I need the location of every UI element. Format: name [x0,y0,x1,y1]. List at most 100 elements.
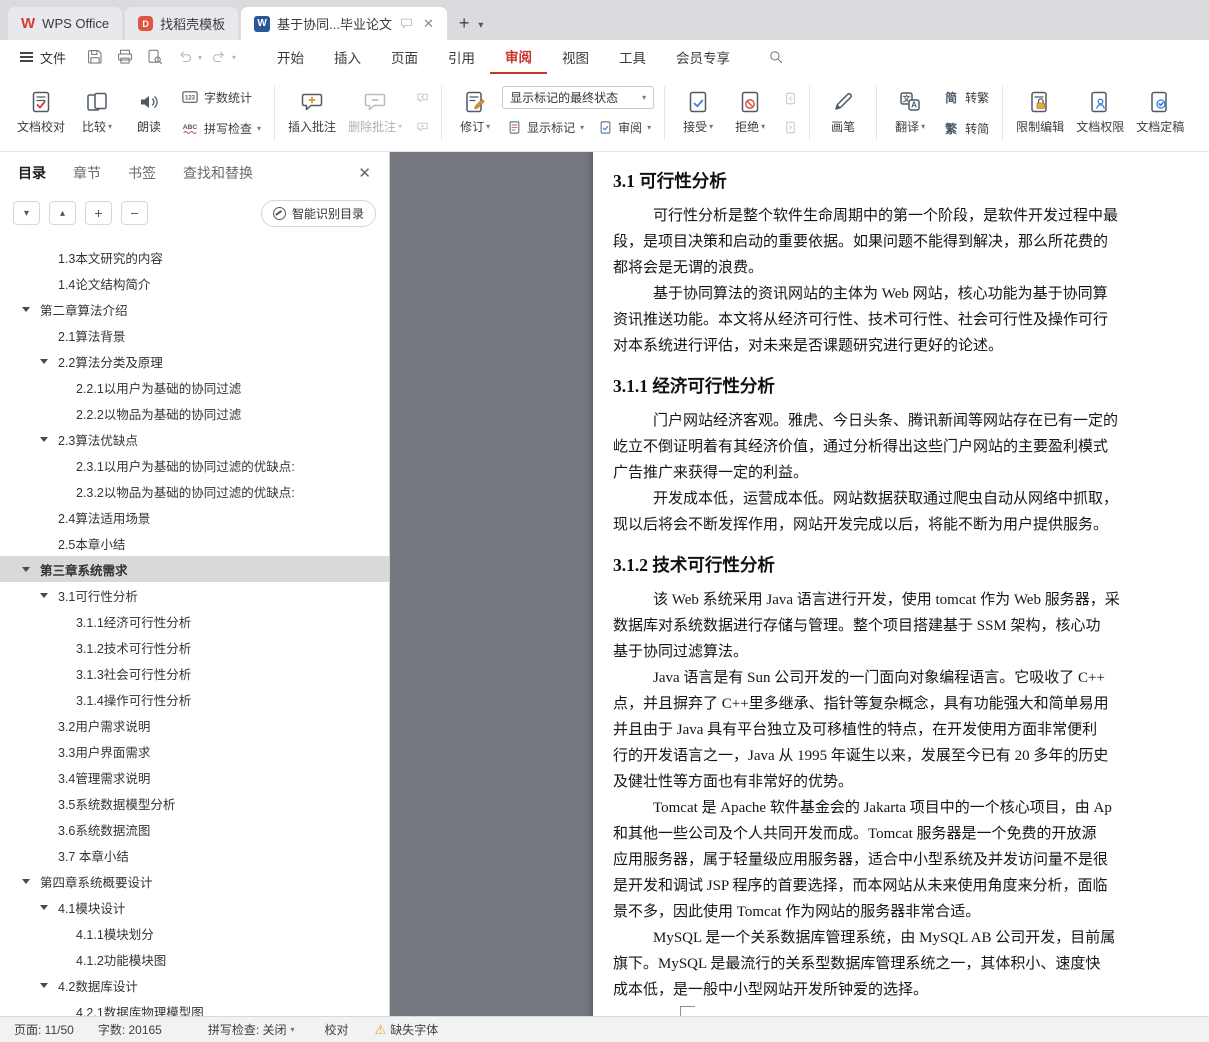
toc-item[interactable]: 1.4论文结构简介 [0,270,389,296]
accept-change-button[interactable]: 接受 ▾ [673,81,723,145]
spell-check-status[interactable]: 拼写检查: 关闭 ▾ [208,1021,295,1038]
collapse-all-button[interactable]: ▴ [49,201,76,225]
toc-item[interactable]: 3.1可行性分析 [0,582,389,608]
toc-collapse-arrow-icon[interactable] [22,566,40,572]
document-page[interactable]: 3.1 可行性分析 可行性分析是整个软件生命周期中的第一个阶段，是软件开发过程中最… [593,152,1209,1016]
toc-item[interactable]: 2.4算法适用场景 [0,504,389,530]
tab-page[interactable]: 页面 [376,40,433,74]
reject-change-button[interactable]: 拒绝 ▾ [725,81,775,145]
toc-collapse-arrow-icon[interactable] [40,436,58,442]
markup-state-select[interactable]: 显示标记的最终状态 ▾ [502,85,655,109]
pen-button[interactable]: 画笔 [818,81,868,145]
track-changes-button[interactable]: 修订 ▾ [450,81,500,145]
toc-item[interactable]: 3.1.2技术可行性分析 [0,634,389,660]
toc-item[interactable]: 4.1模块设计 [0,894,389,920]
compare-button[interactable]: 比较 ▾ [72,81,122,145]
sidebar-tab-chapters[interactable]: 章节 [73,163,101,183]
document-permission-button[interactable]: 文档权限 [1071,81,1129,145]
next-comment-button[interactable] [411,116,433,138]
close-tab-icon[interactable]: ✕ [423,16,434,32]
word-count-indicator[interactable]: 字数: 20165 [98,1021,162,1038]
toc-item[interactable]: 第四章系统概要设计 [0,868,389,894]
sidebar-tab-find-replace[interactable]: 查找和替换 [183,163,253,183]
toc-item[interactable]: 2.5本章小结 [0,530,389,556]
tab-view[interactable]: 视图 [547,40,604,74]
tab-docer-templates[interactable]: D 找稻壳模板 [125,7,239,40]
toc-item[interactable]: 2.3算法优缺点 [0,426,389,452]
tab-review[interactable]: 审阅 [490,40,548,74]
toc-item[interactable]: 3.1.4操作可行性分析 [0,686,389,712]
smart-toc-button[interactable]: 智能识别目录 [260,199,376,227]
toc-collapse-arrow-icon[interactable] [22,878,40,884]
spell-check-button[interactable]: ABC 拼写检查 ▾ [176,116,266,141]
tab-reference[interactable]: 引用 [433,40,490,74]
insert-comment-button[interactable]: 插入批注 [283,81,341,145]
toc-item[interactable]: 4.2数据库设计 [0,972,389,998]
toc-item[interactable]: 3.2用户需求说明 [0,712,389,738]
tab-list-dropdown-icon[interactable]: ▾ [478,20,489,40]
toc-item[interactable]: 3.3用户界面需求 [0,738,389,764]
review-pane-button[interactable]: 审阅 ▾ [593,115,656,140]
toc-item[interactable]: 3.1.3社会可行性分析 [0,660,389,686]
toc-item[interactable]: 第二章算法介绍 [0,296,389,322]
toc-collapse-arrow-icon[interactable] [40,592,58,598]
save-button[interactable] [82,44,108,70]
previous-change-button[interactable] [779,87,801,109]
toc-collapse-arrow-icon[interactable] [40,982,58,988]
toc-item[interactable]: 3.4管理需求说明 [0,764,389,790]
tab-wps-office[interactable]: W WPS Office [8,7,123,40]
zoom-in-toc-button[interactable]: + [85,201,112,225]
toc-item[interactable]: 第三章系统需求 [0,556,389,582]
redo-dropdown-icon[interactable]: ▾ [232,53,236,62]
delete-comment-button[interactable]: 删除批注 ▾ [343,81,407,145]
print-preview-button[interactable] [142,44,168,70]
toc-item[interactable]: 2.3.1以用户为基础的协同过滤的优缺点: [0,452,389,478]
expand-all-button[interactable]: ▾ [13,201,40,225]
toc-item[interactable]: 4.1.1模块划分 [0,920,389,946]
page-indicator[interactable]: 页面: 11/50 [14,1021,74,1038]
tab-tools[interactable]: 工具 [604,40,661,74]
document-finalize-button[interactable]: 文档定稿 [1131,81,1189,145]
read-aloud-button[interactable]: 朗读 [124,81,174,145]
previous-comment-button[interactable] [411,87,433,109]
toc-collapse-arrow-icon[interactable] [40,358,58,364]
simplified-to-traditional-button[interactable]: 简 转繁 [937,85,994,110]
undo-dropdown-icon[interactable]: ▾ [198,53,202,62]
file-menu-button[interactable]: 文件 [10,40,76,74]
restrict-editing-button[interactable]: 限制编辑 [1011,81,1069,145]
word-count-button[interactable]: 123 字数统计 [176,85,266,110]
tab-insert[interactable]: 插入 [319,40,376,74]
next-change-button[interactable] [779,116,801,138]
toc-item[interactable]: 3.7 本章小结 [0,842,389,868]
toc-item[interactable]: 2.1算法背景 [0,322,389,348]
toc-item[interactable]: 3.5系统数据模型分析 [0,790,389,816]
toc-item[interactable]: 2.3.2以物品为基础的协同过滤的优缺点: [0,478,389,504]
toc-item[interactable]: 4.1.2功能模块图 [0,946,389,972]
zoom-out-toc-button[interactable]: − [121,201,148,225]
toc-item[interactable]: 3.6系统数据流图 [0,816,389,842]
sidebar-tab-toc[interactable]: 目录 [18,163,46,183]
doc-proof-button[interactable]: 文档校对 [12,81,70,145]
tab-member[interactable]: 会员专享 [661,40,745,74]
sidebar-tab-bookmarks[interactable]: 书签 [128,163,156,183]
tab-home[interactable]: 开始 [262,40,319,74]
tab-active-document[interactable]: W 基于协同...毕业论文 ✕ [241,7,447,40]
translate-button[interactable]: 文A 翻译 ▾ [885,81,935,145]
undo-button[interactable] [172,44,198,70]
proofread-button[interactable]: 校对 [325,1021,349,1038]
redo-button[interactable] [206,44,232,70]
search-icon[interactable] [763,44,789,70]
toc-item[interactable]: 2.2算法分类及原理 [0,348,389,374]
traditional-to-simplified-button[interactable]: 繁 转简 [937,116,994,141]
sidebar-close-icon[interactable]: ✕ [358,164,371,182]
print-button[interactable] [112,44,138,70]
missing-font-warning[interactable]: ⚠ 缺失字体 [375,1021,439,1038]
toc-collapse-arrow-icon[interactable] [22,306,40,312]
toc-item[interactable]: 2.2.2以物品为基础的协同过滤 [0,400,389,426]
toc-item[interactable]: 2.2.1以用户为基础的协同过滤 [0,374,389,400]
show-markup-button[interactable]: 显示标记 ▾ [502,115,589,140]
toc-item[interactable]: 3.1.1经济可行性分析 [0,608,389,634]
toc-collapse-arrow-icon[interactable] [40,904,58,910]
new-tab-button[interactable]: + [450,13,479,40]
toc-item[interactable]: 4.2.1数据库物理模型图 [0,998,389,1017]
